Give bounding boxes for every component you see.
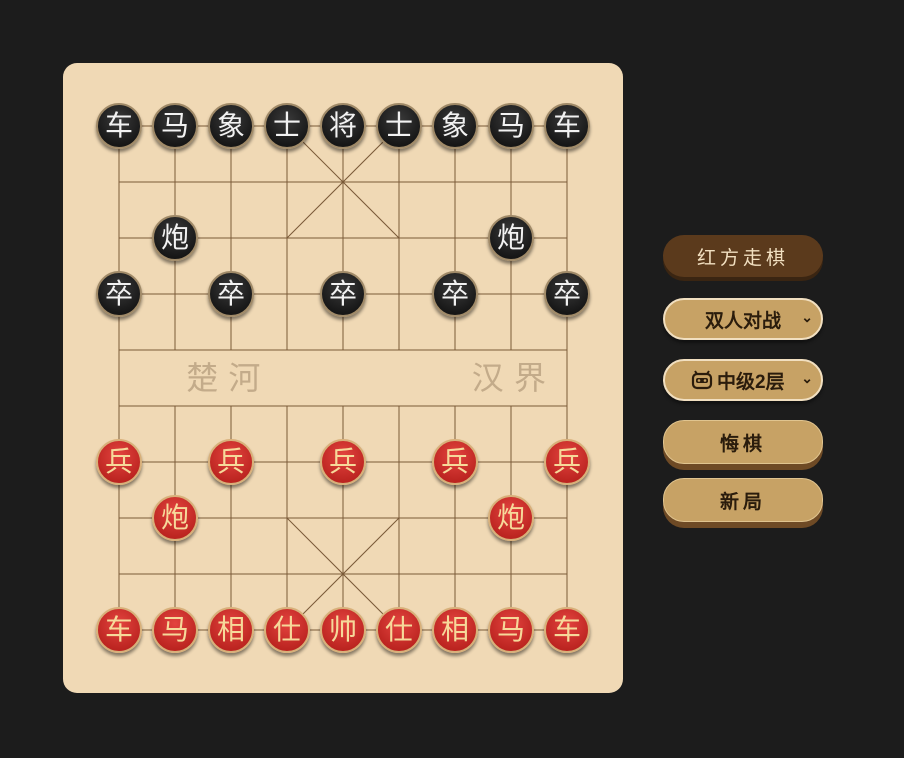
turn-label: 红方走棋 (696, 246, 789, 269)
red-piece[interactable]: 兵 (320, 439, 366, 485)
new-game-button[interactable]: 新局 (663, 478, 823, 522)
red-piece[interactable]: 马 (488, 607, 534, 653)
red-piece[interactable]: 兵 (96, 439, 142, 485)
red-piece[interactable]: 相 (432, 607, 478, 653)
black-piece[interactable]: 马 (152, 103, 198, 149)
level-content: 中级2层 (691, 367, 785, 394)
black-piece[interactable]: 炮 (152, 215, 198, 261)
red-piece[interactable]: 帅 (320, 607, 366, 653)
red-piece[interactable]: 兵 (208, 439, 254, 485)
mode-value: 双人对战 (704, 310, 781, 332)
board-grid: 楚 河汉 界 (118, 125, 568, 631)
undo-label: 悔棋 (719, 432, 766, 455)
chevron-down-icon: ⌄ (801, 370, 813, 386)
red-piece[interactable]: 仕 (264, 607, 310, 653)
red-piece[interactable]: 炮 (488, 495, 534, 541)
mode-select[interactable]: 双人对战 ⌄ (663, 298, 823, 340)
new-game-label: 新局 (719, 490, 766, 513)
turn-indicator: 红方走棋 (663, 235, 823, 277)
level-select[interactable]: 中级2层 ⌄ (663, 359, 823, 401)
river-text-right: 汉 界 (472, 359, 546, 397)
black-piece[interactable]: 卒 (96, 271, 142, 317)
black-piece[interactable]: 卒 (432, 271, 478, 317)
black-piece[interactable]: 将 (320, 103, 366, 149)
red-piece[interactable]: 相 (208, 607, 254, 653)
red-piece[interactable]: 马 (152, 607, 198, 653)
black-piece[interactable]: 士 (264, 103, 310, 149)
chevron-down-icon: ⌄ (801, 309, 813, 325)
red-piece[interactable]: 兵 (544, 439, 590, 485)
red-piece[interactable]: 兵 (432, 439, 478, 485)
black-piece[interactable]: 车 (544, 103, 590, 149)
black-piece[interactable]: 车 (96, 103, 142, 149)
black-piece[interactable]: 卒 (320, 271, 366, 317)
black-piece[interactable]: 卒 (208, 271, 254, 317)
robot-icon (691, 370, 713, 390)
red-piece[interactable]: 仕 (376, 607, 422, 653)
red-piece[interactable]: 炮 (152, 495, 198, 541)
black-piece[interactable]: 炮 (488, 215, 534, 261)
black-piece[interactable]: 卒 (544, 271, 590, 317)
red-piece[interactable]: 车 (96, 607, 142, 653)
xiangqi-board[interactable]: 楚 河汉 界 车马象士将士象马车炮炮卒卒卒卒卒兵兵兵兵兵炮炮车马相仕帅仕相马车 (63, 63, 623, 693)
level-value: 中级2层 (717, 371, 785, 393)
black-piece[interactable]: 士 (376, 103, 422, 149)
undo-button[interactable]: 悔棋 (663, 420, 823, 464)
red-piece[interactable]: 车 (544, 607, 590, 653)
black-piece[interactable]: 象 (432, 103, 478, 149)
black-piece[interactable]: 马 (488, 103, 534, 149)
river-text-left: 楚 河 (186, 359, 260, 397)
black-piece[interactable]: 象 (208, 103, 254, 149)
